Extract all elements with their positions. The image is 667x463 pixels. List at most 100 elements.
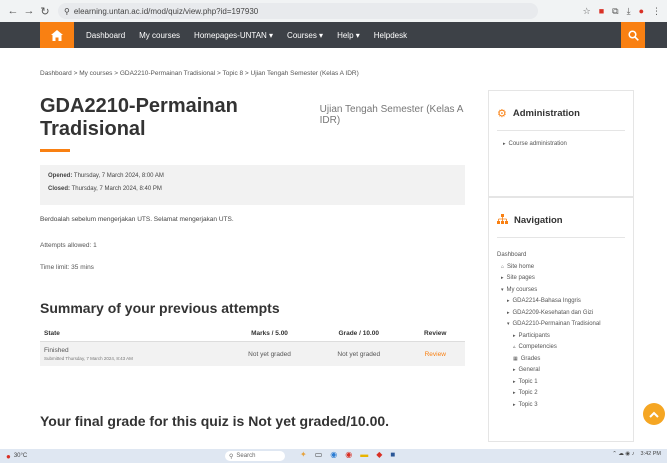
forward-icon[interactable]: → <box>22 5 36 17</box>
taskbar-search[interactable]: ⚲ Search <box>225 451 285 461</box>
navigation-header: Navigation <box>489 198 633 237</box>
profile-icon[interactable]: ● <box>639 6 644 17</box>
attempt-grade: Not yet graded <box>312 341 406 366</box>
gears-icon: ⚙ <box>497 108 507 120</box>
nav-dashboard[interactable]: Dashboard <box>86 31 125 40</box>
title-accent-bar <box>40 149 70 152</box>
chrome-icon[interactable]: ◉ <box>345 450 352 459</box>
url-text: elearning.untan.ac.id/mod/quiz/view.php?… <box>73 6 259 16</box>
attempt-marks: Not yet graded <box>227 341 312 366</box>
nav-help-menu[interactable]: Help ▾ <box>337 31 360 40</box>
time-limit: Time limit: 35 mins <box>40 264 94 271</box>
browser-menu-icon[interactable]: ⋮ <box>652 6 661 17</box>
scroll-to-top-button[interactable] <box>643 403 665 425</box>
attempts-allowed: Attempts allowed: 1 <box>40 242 97 249</box>
bookmark-star-icon[interactable]: ☆ <box>583 6 591 17</box>
nav-item-site-pages[interactable]: ▸ Site pages <box>497 275 625 281</box>
attempt-state: Finished <box>44 347 69 354</box>
col-marks: Marks / 5.00 <box>227 326 312 342</box>
col-review: Review <box>405 326 465 342</box>
nav-item-my-courses[interactable]: ▾ My courses <box>497 287 625 293</box>
app-icon[interactable]: ◆ <box>376 450 382 459</box>
quiz-intro-message: Berdoalah sebelum mengerjakan UTS. Selam… <box>40 216 234 223</box>
caret-right-icon: ▸ <box>513 378 516 385</box>
home-icon[interactable] <box>40 22 74 48</box>
taskbar-apps: ✦ ▭ ◉ ◉ ▬ ◆ ■ <box>300 450 395 459</box>
course-administration-item[interactable]: ▸ Course administration <box>489 131 633 157</box>
caret-right-icon: ▸ <box>513 390 516 396</box>
grades-table-icon: ▦ <box>513 355 518 362</box>
nav-item-course-kesehatan-gizi[interactable]: ▸ GDA2209-Kesehatan dan Gizi <box>497 310 625 316</box>
quiz-subtitle: Ujian Tengah Semester (Kelas A IDR) <box>319 104 463 126</box>
home-icon: ⌂ <box>501 263 505 270</box>
search-icon[interactable] <box>621 22 645 48</box>
nav-my-courses[interactable]: My courses <box>139 31 180 40</box>
download-icon[interactable]: ⤓ <box>627 6 631 17</box>
attempt-submitted-date: Submitted Thursday, 7 March 2024, 8:43 A… <box>44 356 133 361</box>
task-view-icon[interactable]: ▭ <box>315 450 323 459</box>
edge-icon[interactable]: ◉ <box>330 450 337 459</box>
caret-right-icon: ▸ <box>507 298 510 304</box>
col-state: State <box>40 326 227 342</box>
table-row: Finished Submitted Thursday, 7 March 202… <box>40 341 465 366</box>
search-icon: ⚲ <box>229 453 234 460</box>
review-cell: Review <box>405 341 465 366</box>
tray-icons: ⌃ ☁ ◉ ♪ <box>612 451 635 457</box>
nav-item-course-permainan-tradisional[interactable]: ▾ GDA2210-Permainan Tradisional <box>497 321 625 327</box>
caret-right-icon: ▸ <box>513 367 516 373</box>
nav-item-course-bahasa-inggris[interactable]: ▸ GDA2214-Bahasa Inggris <box>497 298 625 304</box>
browser-toolbar: ← → ↻ ⚲ elearning.untan.ac.id/mod/quiz/v… <box>0 0 667 22</box>
site-navbar: Dashboard My courses Homepages-UNTAN ▾ C… <box>0 22 667 48</box>
opened-date: Opened: Thursday, 7 March 2024, 8:00 AM <box>48 173 164 179</box>
word-icon[interactable]: ■ <box>390 450 395 459</box>
back-icon[interactable]: ← <box>6 5 20 17</box>
nav-item-general[interactable]: ▸ General <box>497 367 625 373</box>
sitemap-icon <box>497 214 508 227</box>
caret-down-icon: ▾ <box>501 286 504 293</box>
file-explorer-icon[interactable]: ▬ <box>360 450 368 459</box>
nav-item-dashboard[interactable]: Dashboard <box>497 252 625 258</box>
extension-icon[interactable]: ■ <box>599 6 604 17</box>
nav-courses-menu[interactable]: Courses ▾ <box>287 31 323 40</box>
nav-item-grades[interactable]: ▦ Grades <box>497 356 625 362</box>
page-header: GDA2210-Permainan Tradisional Ujian Teng… <box>40 95 465 141</box>
table-header-row: State Marks / 5.00 Grade / 10.00 Review <box>40 326 465 342</box>
address-bar[interactable]: ⚲ elearning.untan.ac.id/mod/quiz/view.ph… <box>58 3 538 19</box>
navigation-tree: Dashboard ⌂ Site home ▸ Site pages ▾ My cou… <box>489 238 633 408</box>
col-grade: Grade / 10.00 <box>312 326 406 342</box>
reload-icon[interactable]: ↻ <box>38 5 52 18</box>
review-link[interactable]: Review <box>425 351 446 358</box>
os-taskbar: ● 30°C ⚲ Search ✦ ▭ ◉ ◉ ▬ ◆ ■ ⌃ ☁ ◉ ♪ 3:… <box>0 449 667 463</box>
administration-title: Administration <box>512 108 580 119</box>
caret-right-icon: ▸ <box>513 332 516 339</box>
main-content: GDA2210-Permainan Tradisional Ujian Teng… <box>40 95 465 366</box>
site-info-icon[interactable]: ⚲ <box>64 7 70 16</box>
nav-homepages-menu[interactable]: Homepages-UNTAN ▾ <box>194 31 273 40</box>
caret-right-icon: ▸ <box>507 309 510 316</box>
nav-item-topic-2[interactable]: ▸ Topic 2 <box>497 390 625 396</box>
weather-icon: ● <box>6 451 11 461</box>
nav-item-participants[interactable]: ▸ Participants <box>497 333 625 339</box>
tab-search-icon[interactable]: ⧉ <box>612 6 618 17</box>
nav-item-site-home[interactable]: ⌂ Site home <box>497 264 625 270</box>
closed-date: Closed: Thursday, 7 March 2024, 8:40 PM <box>48 186 162 192</box>
nav-item-topic-1[interactable]: ▸ Topic 1 <box>497 379 625 385</box>
navigation-block: Navigation Dashboard ⌂ Site home ▸ Site pa… <box>488 197 634 442</box>
attempts-table: State Marks / 5.00 Grade / 10.00 Review … <box>40 326 465 366</box>
page-title: GDA2210-Permainan Tradisional <box>40 95 238 140</box>
summary-heading: Summary of your previous attempts <box>40 300 280 316</box>
caret-right-icon: ▸ <box>503 141 506 147</box>
system-tray[interactable]: ⌃ ☁ ◉ ♪ 3:42 PM <box>612 451 661 457</box>
widgets-icon[interactable]: ✦ <box>300 450 307 459</box>
administration-block: ⚙ Administration ▸ Course administration <box>488 90 634 197</box>
nav-item-competencies[interactable]: ▵ Competencies <box>497 344 625 350</box>
caret-down-icon: ▾ <box>507 321 510 327</box>
nav-helpdesk[interactable]: Helpdesk <box>374 31 407 40</box>
administration-header: ⚙ Administration <box>489 91 633 130</box>
weather-widget[interactable]: ● 30°C <box>6 452 27 461</box>
navigation-title: Navigation <box>514 215 563 226</box>
caret-right-icon: ▸ <box>513 401 516 408</box>
nav-item-topic-3[interactable]: ▸ Topic 3 <box>497 402 625 408</box>
final-grade-heading: Your final grade for this quiz is Not ye… <box>40 413 390 429</box>
breadcrumb[interactable]: Dashboard > My courses > GDA2210-Permain… <box>40 70 359 77</box>
